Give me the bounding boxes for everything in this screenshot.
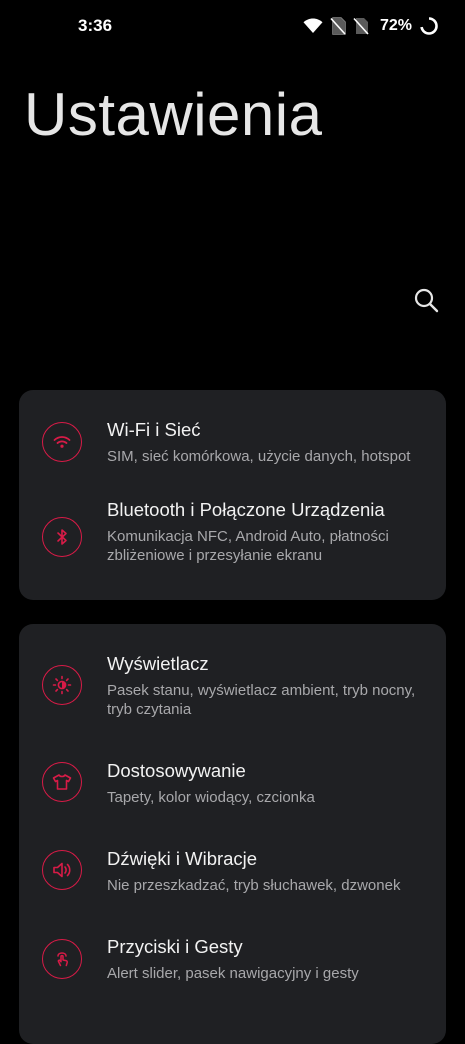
- settings-item-subtitle: SIM, sieć komórkowa, użycie danych, hots…: [107, 448, 411, 465]
- settings-item-title: Wyświetlacz: [107, 653, 209, 674]
- search-icon: [413, 287, 439, 318]
- battery-ring-icon: [419, 16, 439, 36]
- settings-group-connectivity: Wi-Fi i Sieć SIM, sieć komórkowa, użycie…: [19, 390, 446, 600]
- wifi-icon: [42, 422, 82, 462]
- tshirt-icon: [42, 762, 82, 802]
- settings-group-personalization: Wyświetlacz Pasek stanu, wyświetlacz amb…: [19, 624, 446, 1044]
- settings-item-customization[interactable]: Dostosowywanie Tapety, kolor wiodący, cz…: [19, 738, 446, 834]
- settings-item-subtitle: Komunikacja NFC, Android Auto, płatności…: [107, 528, 389, 564]
- settings-item-title: Dostosowywanie: [107, 760, 246, 781]
- wifi-icon: [303, 18, 323, 34]
- battery-percent: 72%: [379, 17, 412, 34]
- status-bar: 3:36 72%: [0, 0, 465, 54]
- settings-item-title: Wi-Fi i Sieć: [107, 419, 201, 440]
- no-sim-icon: [330, 17, 346, 35]
- settings-item-subtitle: Nie przeszkadzać, tryb słuchawek, dzwone…: [107, 877, 401, 894]
- settings-item-subtitle: Pasek stanu, wyświetlacz ambient, tryb n…: [107, 682, 416, 718]
- settings-item-buttons-gestures[interactable]: Przyciski i Gesty Alert slider, pasek na…: [19, 922, 446, 1020]
- status-icons: 72%: [303, 14, 439, 38]
- settings-item-display[interactable]: Wyświetlacz Pasek stanu, wyświetlacz amb…: [19, 624, 446, 738]
- settings-item-title: Przyciski i Gesty: [107, 936, 243, 957]
- gesture-icon: [42, 939, 82, 979]
- settings-item-title: Dźwięki i Wibracje: [107, 848, 258, 869]
- settings-item-bluetooth[interactable]: Bluetooth i Połączone Urządzenia Komunik…: [19, 488, 446, 600]
- brightness-icon: [42, 665, 82, 705]
- settings-item-wifi[interactable]: Wi-Fi i Sieć SIM, sieć komórkowa, użycie…: [19, 390, 446, 488]
- speaker-icon: [42, 850, 82, 890]
- settings-item-title: Bluetooth i Połączone Urządzenia: [107, 499, 385, 520]
- settings-item-sound[interactable]: Dźwięki i Wibracje Nie przeszkadzać, try…: [19, 834, 446, 922]
- search-button[interactable]: [408, 284, 444, 320]
- no-sim-icon: [353, 17, 369, 35]
- settings-item-subtitle: Alert slider, pasek nawigacyjny i gesty: [107, 965, 359, 982]
- bluetooth-icon: [42, 517, 82, 557]
- settings-item-subtitle: Tapety, kolor wiodący, czcionka: [107, 789, 315, 806]
- status-time: 3:36: [78, 16, 113, 35]
- page-title: Ustawienia: [24, 81, 323, 148]
